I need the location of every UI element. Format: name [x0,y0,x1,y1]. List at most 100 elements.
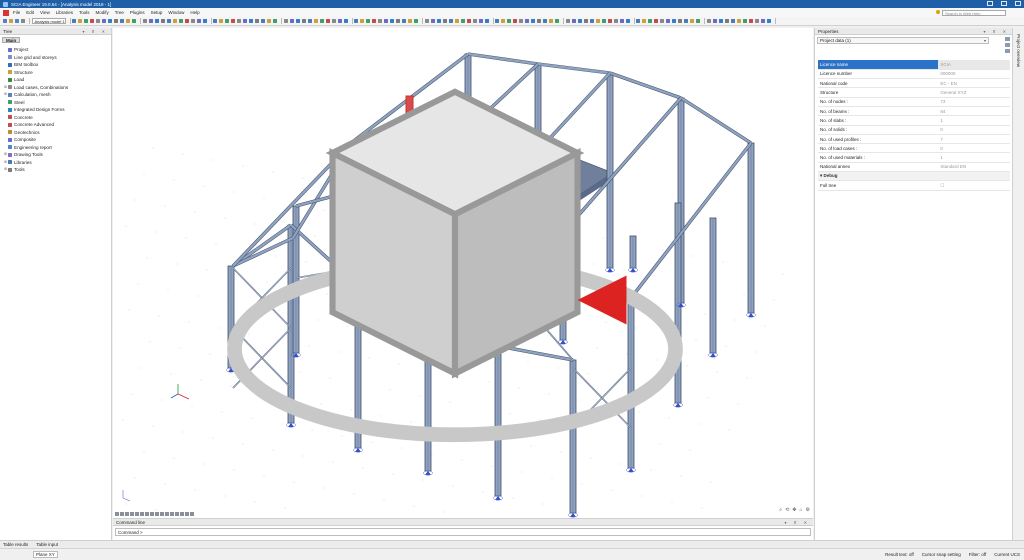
notification-icon[interactable] [936,10,940,14]
menu-view[interactable]: View [40,10,50,15]
tree-item[interactable]: Integrated Design Forms [0,106,111,114]
panel-pin-close-icons[interactable]: ▾ ⊼ ✕ [983,29,1009,34]
toolbar-tool-icon[interactable] [72,19,77,23]
property-value[interactable]: SCIA [938,60,1010,70]
property-value[interactable]: 73 [938,97,1010,108]
toolbar-tool-icon[interactable] [96,19,101,23]
tree-item[interactable]: ⊞ Libraries [0,159,111,167]
view-tool-icon[interactable] [165,512,169,516]
filter-toggle[interactable]: Filter: off [969,552,986,557]
property-value[interactable]: Standard EN [938,162,1010,173]
print-icon[interactable] [21,19,25,23]
property-row[interactable]: No. of beams :84 [818,106,1010,117]
tree-item[interactable]: Concrete Advanced [0,121,111,129]
view-tool-icon[interactable] [120,512,124,516]
pan-icon[interactable]: ✥ [792,507,796,513]
property-row[interactable]: No. of slabs :1 [818,115,1010,126]
tree-item[interactable]: ⊞ Load cases, Combinations [0,84,111,92]
help-search-input[interactable]: Search in Web Help [942,9,1006,16]
view-tool-icon[interactable] [185,512,189,516]
property-row[interactable]: No. of used profiles :7 [818,134,1010,145]
tab-project-overview[interactable]: Project overview [1016,34,1021,67]
ucs-toggle[interactable]: Current UCS [994,552,1020,557]
work-plane-select[interactable]: Plane XY [33,551,58,558]
property-row[interactable]: No. of nodes :73 [818,97,1010,108]
property-value[interactable]: 1 [938,115,1010,126]
view-tool-icon[interactable] [150,512,154,516]
open-icon[interactable] [9,19,13,23]
property-value[interactable]: EC - EN [938,78,1010,89]
tree-item[interactable]: BIM toolbox [0,61,111,69]
view-tool-icon[interactable] [155,512,159,516]
close-button[interactable] [1015,1,1021,6]
view-tool-icon[interactable] [115,512,119,516]
tree-item[interactable]: Engineering report [0,144,111,152]
toolbar-tool-icon[interactable] [90,19,95,23]
panel-pin-close-icons[interactable]: ▾ ⊼ ✕ [784,520,810,525]
view-tool-icon[interactable] [135,512,139,516]
tree-item[interactable]: ⊞ Drawing Tools [0,151,111,159]
view-cube-icon[interactable] [105,6,805,496]
model-select[interactable]: Analysis model 1 [31,18,66,24]
property-row[interactable]: Structure General XYZ [818,87,1010,98]
tree-item[interactable]: Line grid and storeys [0,54,111,62]
property-row[interactable]: Full tree ☐ [818,180,1010,191]
3d-viewport[interactable]: Column B36 HEB 300 ... [113,28,813,518]
home-view-icon[interactable]: ⌂ [799,507,802,513]
tree-item[interactable]: Steel [0,99,111,107]
properties-selector[interactable]: Project data (1) [817,37,989,44]
zoom-icon[interactable]: ⌕ [779,507,782,513]
property-group-debug[interactable]: ▾ Debug [818,171,1010,182]
property-row[interactable]: Licence name SCIA [818,60,1010,70]
tree-item[interactable]: Structure [0,69,111,77]
property-action-icon[interactable] [1005,37,1010,41]
view-tool-icon[interactable] [175,512,179,516]
view-tool-icon[interactable] [170,512,174,516]
tab-table-input[interactable]: Table input [36,542,58,547]
view-tool-icon[interactable] [160,512,164,516]
tree-item[interactable]: Geotechnics [0,129,111,137]
property-row[interactable]: National code EC - EN [818,78,1010,89]
view-tool-icon[interactable] [130,512,134,516]
property-value[interactable]: 0 [938,143,1010,154]
toolbar-tool-icon[interactable] [84,19,89,23]
result-text-toggle[interactable]: Result text: off [885,552,914,557]
property-value[interactable]: 7 [938,134,1010,145]
view-tool-icon[interactable] [145,512,149,516]
property-row[interactable]: No. of used materials :1 [818,152,1010,163]
property-value[interactable]: 000000 [938,69,1010,80]
property-action-icon[interactable] [1005,49,1010,53]
minimize-button[interactable] [987,1,993,6]
tree-item[interactable]: Concrete [0,114,111,122]
app-menu-icon[interactable] [3,9,9,16]
new-icon[interactable] [3,19,7,23]
cursor-snap-toggle[interactable]: Cursor snap setting [922,552,961,557]
menu-edit[interactable]: Edit [26,10,34,15]
toolbar-tool-icon[interactable] [78,19,83,23]
property-row[interactable]: No. of load cases :0 [818,143,1010,154]
property-value[interactable]: 0 [938,125,1010,135]
view-tool-icon[interactable] [125,512,129,516]
tree-item[interactable]: Load [0,76,111,84]
tab-main[interactable]: Main [2,37,21,43]
property-row[interactable]: No. of solids :0 [818,125,1010,135]
menu-file[interactable]: File [13,10,20,15]
menu-tools[interactable]: Tools [79,10,90,15]
maximize-button[interactable] [1001,1,1007,6]
property-value[interactable]: ☐ [938,180,1010,191]
view-tool-icon[interactable] [180,512,184,516]
property-value[interactable]: General XYZ [938,87,1010,98]
property-row[interactable]: Licence number 000000 [818,69,1010,80]
tree-item[interactable]: ⊞ Tools [0,166,111,174]
save-icon[interactable] [15,19,19,23]
view-tool-icon[interactable] [140,512,144,516]
tree-item[interactable]: Project [0,46,111,54]
tree-item[interactable]: ⊞ Calculation, mesh [0,91,111,99]
property-value[interactable]: 1 [938,152,1010,163]
view-tool-icon[interactable] [190,512,194,516]
property-value[interactable]: 84 [938,106,1010,117]
command-input[interactable]: Command > [115,528,811,536]
property-row[interactable]: National annex Standard EN [818,162,1010,173]
view-settings-icon[interactable]: ⚙ [806,507,810,513]
menu-libraries[interactable]: Libraries [56,10,73,15]
